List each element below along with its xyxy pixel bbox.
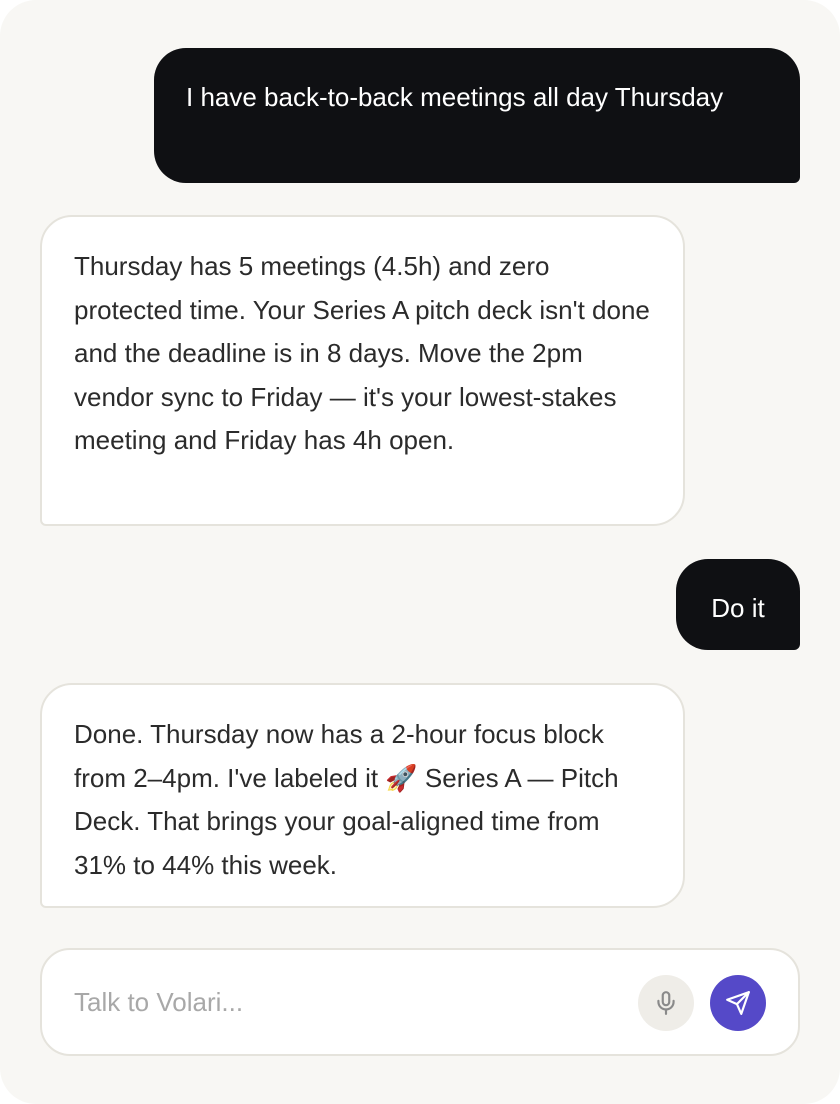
send-button[interactable] (710, 975, 766, 1031)
message-input[interactable] (74, 980, 634, 1024)
user-message: I have back-to-back meetings all day Thu… (154, 48, 800, 183)
assistant-message: Thursday has 5 meetings (4.5h) and zero … (40, 215, 685, 526)
voice-input-button[interactable] (638, 975, 694, 1031)
microphone-icon (657, 991, 675, 1015)
send-icon (726, 991, 750, 1015)
chat-screen: I have back-to-back meetings all day Thu… (0, 0, 840, 1104)
user-message: Do it (676, 559, 800, 650)
message-composer (40, 948, 800, 1056)
assistant-message: Done. Thursday now has a 2-hour focus bl… (40, 683, 685, 908)
